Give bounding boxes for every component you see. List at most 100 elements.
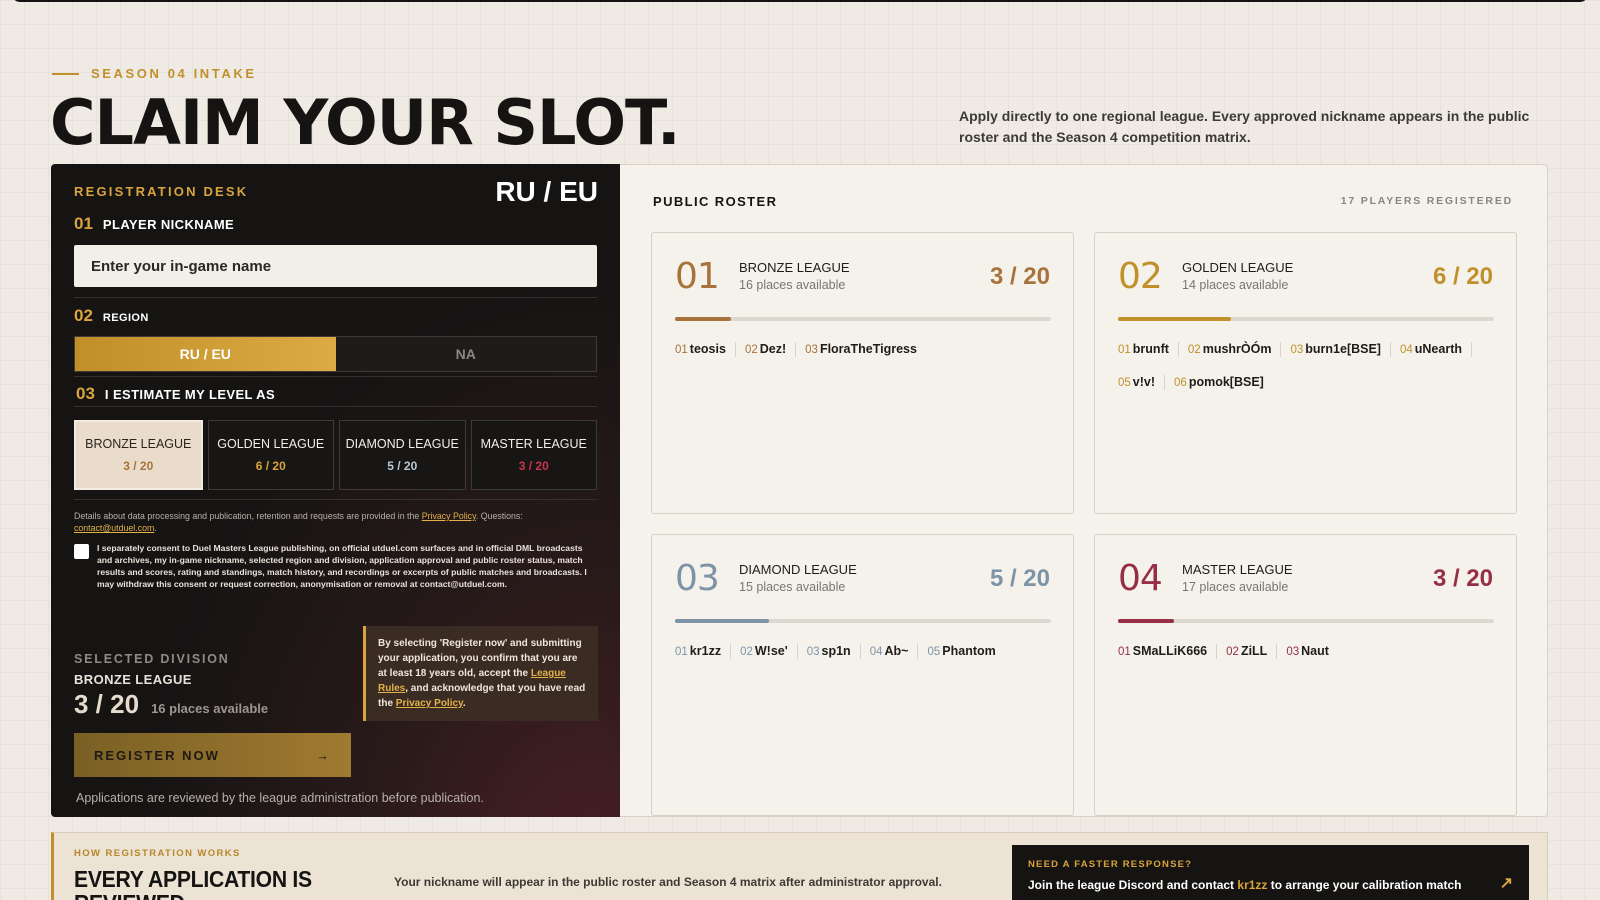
player-entry: 01 SMaLLiK666	[1118, 644, 1218, 659]
selected-division-label: SELECTED DIVISION	[74, 652, 230, 666]
league-count: 5 / 20	[989, 565, 1050, 592]
review-note: Applications are reviewed by the league …	[76, 791, 484, 805]
player-number: 05	[1118, 377, 1131, 389]
region-option-na[interactable]: NA	[335, 337, 596, 371]
player-name: pomok[BSE]	[1188, 375, 1264, 389]
faster-text-post: to arrange your calibration match	[1270, 878, 1462, 892]
discord-handle: kr1zz	[1237, 878, 1268, 892]
player-name: SMaLLiK666	[1132, 644, 1208, 658]
player-name: sp1n	[821, 644, 851, 658]
player-entry: 03 burn1e[BSE]	[1290, 342, 1391, 357]
player-number: 06	[1174, 377, 1187, 389]
player-name: Dez!	[759, 342, 787, 356]
player-number: 02	[1187, 344, 1201, 356]
privacy-policy-link[interactable]: Privacy Policy	[396, 698, 463, 709]
faster-response-card[interactable]: NEED A FASTER RESPONSE? Join the league …	[1012, 845, 1529, 900]
league-number: 03	[675, 558, 720, 599]
progress-fill	[1118, 619, 1175, 623]
player-entry: 05 v!v!	[1118, 375, 1166, 390]
player-number: 01	[1118, 344, 1131, 356]
step-number: 02	[74, 306, 93, 325]
player-name: ZiLL	[1240, 644, 1268, 658]
selected-division-count: 3 / 20	[74, 689, 140, 719]
step-label: I ESTIMATE MY LEVEL AS	[104, 387, 276, 402]
player-name: brunft	[1132, 342, 1169, 356]
divider	[74, 406, 597, 407]
season-eyebrow: SEASON 04 INTAKE	[52, 66, 257, 81]
nickname-placeholder: Enter your in-game name	[91, 257, 272, 275]
level-count: 6 / 20	[255, 459, 286, 473]
selected-division-name: BRONZE LEAGUE	[74, 672, 192, 687]
player-name: W!se'	[754, 644, 788, 658]
player-number: 02	[744, 344, 758, 356]
consent-checkbox[interactable]	[74, 544, 89, 559]
roster-player-count: 17 PLAYERS REGISTERED	[1340, 195, 1513, 207]
privacy-note: Details about data processing and public…	[74, 510, 597, 534]
region-selector: RU / EU NA	[74, 336, 597, 372]
progress-track	[1118, 317, 1494, 321]
league-availability: 17 places available	[1182, 580, 1289, 594]
player-list: 01 kr1zz 02 W!se' 03 sp1n 04 Ab~ 05 Phantom	[675, 644, 1055, 659]
register-label: REGISTER NOW	[94, 747, 220, 763]
privacy-policy-link[interactable]: Privacy Policy	[422, 511, 476, 521]
step-number: 03	[76, 384, 95, 403]
player-entry: 05 Phantom	[927, 644, 1004, 659]
league-number: 02	[1118, 256, 1163, 297]
region-option-ru-eu[interactable]: RU / EU	[75, 337, 336, 371]
external-link-icon: ↗	[1499, 875, 1513, 892]
level-option-diamond[interactable]: DIAMOND LEAGUE 5 / 20	[339, 420, 466, 490]
league-name: MASTER LEAGUE	[1182, 562, 1293, 577]
progress-track	[675, 317, 1051, 321]
league-card-diamond: 03 DIAMOND LEAGUE 15 places available 5 …	[651, 534, 1074, 816]
arrow-right-icon: →	[316, 747, 331, 763]
top-bar	[12, 0, 1588, 2]
level-option-golden[interactable]: GOLDEN LEAGUE 6 / 20	[207, 420, 334, 490]
player-number: 01	[675, 646, 688, 658]
selected-region-display: RU / EU	[495, 176, 598, 207]
player-number: 03	[1290, 344, 1304, 356]
league-card-master: 04 MASTER LEAGUE 17 places available 3 /…	[1094, 534, 1517, 816]
player-name: teosis	[689, 342, 726, 356]
level-count: 3 / 20	[518, 459, 549, 473]
step-region: 02 REGION	[74, 306, 149, 326]
faster-kicker: NEED A FASTER RESPONSE?	[1028, 859, 1193, 870]
level-count: 5 / 20	[387, 459, 418, 473]
league-availability: 16 places available	[739, 278, 846, 292]
faster-text: Join the league Discord and contact kr1z…	[1028, 877, 1468, 894]
player-entry: 02 Dez!	[744, 342, 797, 357]
age-confirmation-notice: By selecting 'Register now' and submitti…	[363, 626, 598, 721]
league-count: 6 / 20	[1432, 263, 1493, 290]
player-number: 01	[1118, 646, 1131, 658]
player-entry: 03 Naut	[1286, 644, 1338, 659]
player-entry: 02 ZiLL	[1226, 644, 1278, 659]
contact-email-link[interactable]: contact@utduel.com	[74, 523, 154, 533]
level-option-master[interactable]: MASTER LEAGUE 3 / 20	[470, 420, 597, 490]
league-card-golden: 02 GOLDEN LEAGUE 14 places available 6 /…	[1094, 232, 1517, 514]
player-name: mushrÒÓm	[1202, 342, 1272, 356]
player-list: 01 SMaLLiK666 02 ZiLL 03 Naut	[1118, 644, 1498, 659]
league-count: 3 / 20	[989, 263, 1050, 290]
player-entry: 01 teosis	[675, 342, 736, 357]
player-name: FloraTheTigress	[819, 342, 917, 356]
player-entry: 06 pomok[BSE]	[1174, 375, 1273, 390]
eyebrow-dash	[52, 72, 79, 75]
player-name: v!v!	[1132, 375, 1156, 389]
level-option-bronze[interactable]: BRONZE LEAGUE 3 / 20	[74, 420, 203, 490]
privacy-text: Details about data processing and public…	[74, 511, 420, 521]
player-number: 04	[1399, 344, 1413, 356]
step-number: 01	[74, 214, 93, 233]
divider	[74, 297, 597, 298]
level-count: 3 / 20	[123, 459, 154, 473]
player-number: 03	[805, 344, 818, 356]
league-name: GOLDEN LEAGUE	[1182, 260, 1294, 275]
register-now-button[interactable]: REGISTER NOW →	[74, 733, 351, 777]
progress-track	[1118, 619, 1494, 623]
registration-panel: REGISTRATION DESK RU / EU 01 PLAYER NICK…	[51, 164, 620, 817]
player-entry: 04 Ab~	[870, 644, 919, 659]
level-selector: BRONZE LEAGUE 3 / 20 GOLDEN LEAGUE 6 / 2…	[74, 420, 597, 490]
how-heading: EVERY APPLICATION IS REVIEWED	[74, 866, 312, 900]
questions-text: . Questions:	[475, 511, 523, 521]
step-nickname: 01 PLAYER NICKNAME	[74, 214, 234, 234]
level-name: BRONZE LEAGUE	[85, 437, 192, 451]
nickname-input[interactable]: Enter your in-game name	[74, 245, 597, 287]
